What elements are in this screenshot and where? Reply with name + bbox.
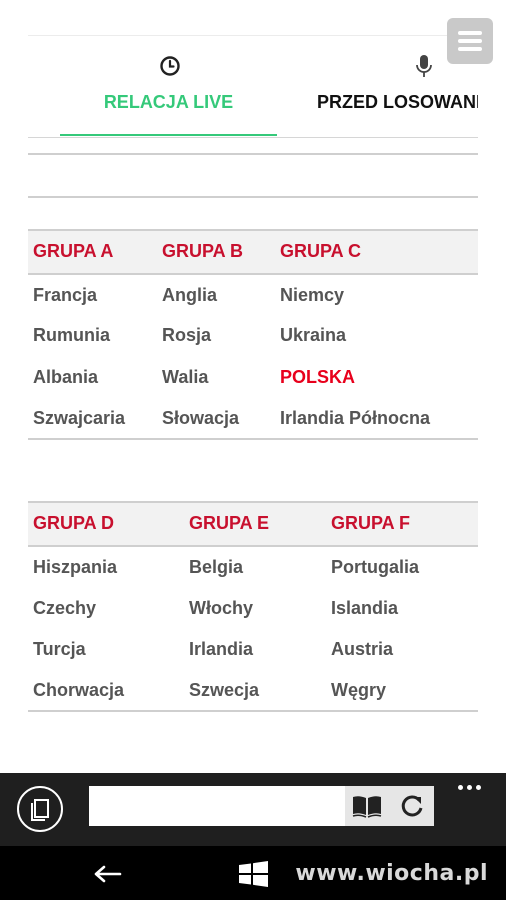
divider [28, 137, 478, 138]
tab-label: RELACJA LIVE [103, 92, 234, 112]
group-header-row: GRUPA A GRUPA B GRUPA C [28, 229, 478, 275]
back-button[interactable] [80, 854, 136, 894]
team-cell: Islandia [331, 598, 399, 618]
clock-icon [158, 54, 182, 78]
team-cell-highlighted: POLSKA [280, 367, 356, 387]
tab-przed-losowaniem[interactable]: PRZED LOSOWANIEM [300, 52, 478, 136]
start-button[interactable] [225, 854, 281, 894]
windows-logo-icon [225, 861, 281, 897]
group-header: GRUPA F [331, 513, 410, 533]
group-table-abc: GRUPA A GRUPA B GRUPA C Francja Anglia N… [28, 229, 478, 443]
group-header: GRUPA E [189, 513, 270, 533]
microphone-icon [412, 54, 436, 78]
team-cell: Belgia [189, 557, 244, 577]
watermark: www.wiocha.pl [295, 861, 488, 886]
more-options-button[interactable] [452, 779, 488, 799]
back-arrow-icon [80, 865, 136, 897]
address-bar-input[interactable] [89, 786, 345, 826]
active-tab-indicator [60, 134, 277, 136]
team-cell: Rosja [162, 325, 212, 345]
tab-relacja-live[interactable]: RELACJA LIVE [60, 52, 277, 136]
divider [28, 196, 478, 198]
team-cell: Francja [33, 285, 98, 305]
team-cell: Niemcy [280, 285, 345, 305]
team-cell: Węgry [331, 680, 387, 700]
team-cell: Irlandia [189, 639, 254, 659]
divider [28, 35, 478, 36]
group-header: GRUPA D [33, 513, 114, 533]
team-cell: Chorwacja [33, 680, 125, 700]
team-cell: Ukraina [280, 325, 347, 345]
team-cell: Hiszpania [33, 557, 118, 577]
team-cell: Włochy [189, 598, 254, 618]
tabs-icon [19, 788, 61, 830]
team-cell: Anglia [162, 285, 218, 305]
team-cell: Słowacja [162, 408, 240, 428]
team-cell: Portugalia [331, 557, 420, 577]
refresh-button[interactable] [390, 786, 434, 826]
team-cell: Walia [162, 367, 209, 387]
address-bar-actions [345, 786, 434, 826]
more-icon [458, 785, 463, 790]
group-header: GRUPA B [162, 241, 243, 261]
tabs-button[interactable] [17, 786, 63, 832]
team-cell: Irlandia Północna [280, 408, 431, 428]
group-header-row: GRUPA D GRUPA E GRUPA F [28, 501, 478, 547]
group-table-def: GRUPA D GRUPA E GRUPA F Hiszpania Belgia… [28, 501, 478, 715]
group-header: GRUPA C [280, 241, 361, 261]
divider [28, 153, 478, 155]
refresh-icon [390, 795, 434, 829]
team-cell: Szwajcaria [33, 408, 126, 428]
reader-view-button[interactable] [345, 786, 389, 826]
team-cell: Albania [33, 367, 99, 387]
team-cell: Rumunia [33, 325, 111, 345]
divider [28, 710, 478, 712]
tab-label: PRZED LOSOWANIEM [317, 92, 478, 112]
team-cell: Turcja [33, 639, 86, 659]
hamburger-menu-button[interactable] [447, 18, 493, 64]
page-content: RELACJA LIVE PRZED LOSOWANIEM GRUPA A GR… [0, 0, 506, 773]
team-cell: Czechy [33, 598, 97, 618]
browser-bar [0, 773, 506, 846]
divider [28, 438, 478, 440]
group-header: GRUPA A [33, 241, 114, 261]
team-cell: Szwecja [189, 680, 260, 700]
system-nav-bar: www.wiocha.pl [0, 846, 506, 900]
more-icon [467, 785, 472, 790]
reader-icon [345, 796, 389, 829]
team-cell: Austria [331, 639, 394, 659]
more-icon [476, 785, 481, 790]
